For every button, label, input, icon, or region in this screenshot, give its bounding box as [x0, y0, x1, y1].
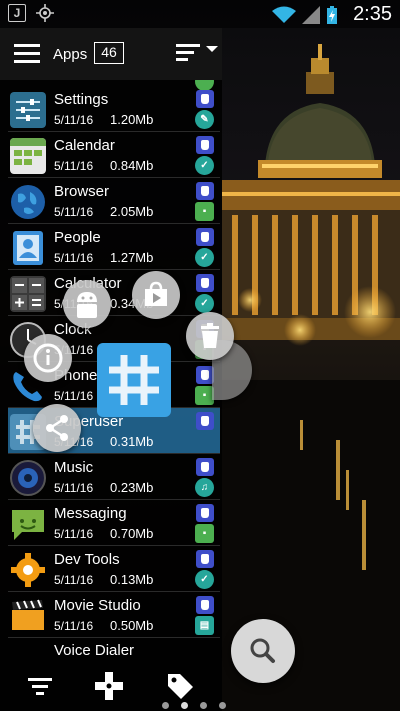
wifi-icon: [272, 6, 296, 23]
trash-icon[interactable]: [186, 312, 234, 360]
filter-icon[interactable]: [26, 672, 54, 700]
calendar-app-icon: [10, 138, 46, 174]
page-dot: [162, 702, 169, 709]
play-store-badge-icon: [196, 136, 214, 154]
j-notification-icon: J: [8, 4, 26, 22]
list-item-browser[interactable]: Browser 5/11/16 2.05Mb ▪: [8, 178, 220, 224]
status-time: 2:35: [353, 3, 392, 25]
signal-icon: [302, 6, 320, 24]
people-app-icon: [13, 231, 43, 265]
list-item-movie-studio[interactable]: Movie Studio 5/11/16 0.50Mb ▤: [8, 592, 220, 638]
chat-icon: ▪: [195, 202, 214, 221]
sort-icon[interactable]: [176, 42, 220, 66]
drawer-bottom-bar: [0, 660, 222, 711]
gamepad-icon[interactable]: [95, 672, 123, 700]
play-store-badge-icon: [196, 274, 214, 292]
check-icon: ✓: [195, 294, 214, 313]
apps-count-badge: 46: [94, 42, 124, 64]
drawer-header: Apps 46: [0, 28, 222, 80]
gps-icon: [36, 4, 54, 22]
page-dot: [219, 702, 226, 709]
messaging-app-icon: [12, 510, 44, 540]
play-store-badge-icon: [196, 90, 214, 108]
share-icon[interactable]: [33, 404, 81, 452]
calculator-app-icon: [10, 276, 46, 312]
superuser-hash-icon: [97, 343, 171, 417]
play-store-badge-icon: [196, 412, 214, 430]
play-store-badge-icon: [196, 228, 214, 246]
wrench-icon: ✎: [195, 110, 214, 129]
check-icon: ✓: [195, 156, 214, 175]
android-icon[interactable]: [63, 280, 111, 328]
play-store-badge-icon: [196, 550, 214, 568]
info-icon[interactable]: [24, 334, 72, 382]
list-item-dev-tools[interactable]: Dev Tools 5/11/16 0.13Mb ✓: [8, 546, 220, 592]
page-dot-active: [181, 702, 188, 709]
search-icon: [250, 638, 275, 663]
play-store-badge-icon: [196, 458, 214, 476]
music-app-icon: [10, 460, 46, 496]
play-store-icon[interactable]: [132, 271, 180, 319]
movie-studio-app-icon: [12, 599, 44, 630]
status-bar: J 2:35: [0, 0, 400, 28]
play-store-badge-icon: [196, 504, 214, 522]
tag-icon[interactable]: [166, 672, 194, 700]
check-icon: ✓: [195, 248, 214, 267]
page-dot: [200, 702, 207, 709]
chat-icon: ▪: [195, 524, 214, 543]
list-item-settings[interactable]: Settings 5/11/16 1.20Mb ✎: [8, 86, 220, 132]
battery-charging-icon: [327, 6, 337, 24]
list-item-music[interactable]: Music 5/11/16 0.23Mb ♫: [8, 454, 220, 500]
list-item-calculator[interactable]: Calculator 5/11/16 0.34Mb ✓: [8, 270, 220, 316]
list-item-messaging[interactable]: Messaging 5/11/16 0.70Mb ▪: [8, 500, 220, 546]
list-item-people[interactable]: People 5/11/16 1.27Mb ✓: [8, 224, 220, 270]
play-store-badge-icon: [196, 596, 214, 614]
play-store-badge-icon: [196, 182, 214, 200]
check-icon: ✓: [195, 570, 214, 589]
dev-tools-gear-icon: [11, 553, 45, 587]
list-item-calendar[interactable]: Calendar 5/11/16 0.84Mb ✓: [8, 132, 220, 178]
menu-icon[interactable]: [14, 44, 40, 64]
film-icon: ▤: [195, 616, 214, 635]
music-icon: ♫: [195, 478, 214, 497]
settings-app-icon: [10, 92, 46, 128]
search-button[interactable]: [231, 619, 295, 683]
browser-globe-icon: [11, 185, 45, 219]
apps-title: Apps: [53, 46, 88, 63]
